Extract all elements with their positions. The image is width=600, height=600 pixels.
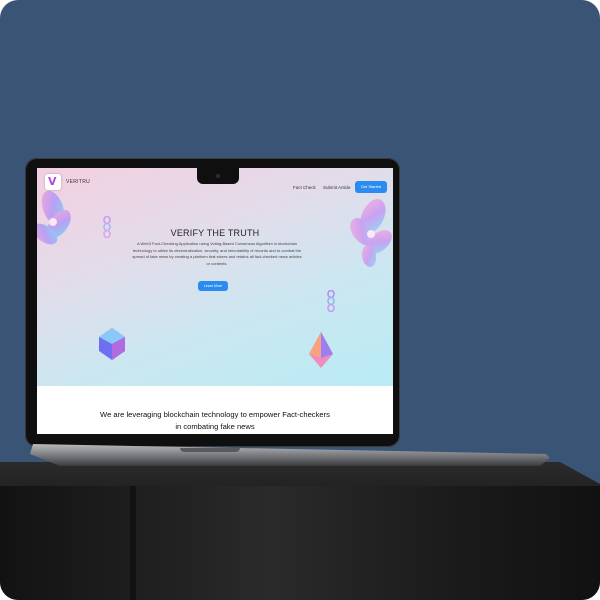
laptop-opening-notch xyxy=(180,448,240,452)
crystal-3d-icon xyxy=(99,328,125,360)
camera-icon xyxy=(216,174,220,178)
mission-headline: We are leveraging blockchain technology … xyxy=(100,410,330,431)
laptop-base xyxy=(30,444,550,466)
camera-notch xyxy=(197,168,239,184)
get-started-button[interactable]: Get Started xyxy=(355,181,387,193)
nav-link-submit-article[interactable]: Submit Article xyxy=(323,185,351,190)
laptop-screen: V VERITRU Fact Check Submit Article Get … xyxy=(37,168,393,434)
chain-3d-icon xyxy=(327,290,335,312)
mockup-canvas: V VERITRU Fact Check Submit Article Get … xyxy=(0,0,600,600)
brand-name[interactable]: VERITRU xyxy=(66,179,90,185)
pedestal-front xyxy=(0,486,600,600)
hero-description: A Web3 Fact-Checking Application using V… xyxy=(132,241,302,266)
hero-section: V VERITRU Fact Check Submit Article Get … xyxy=(37,168,393,386)
logo-letter: V xyxy=(48,175,57,188)
crystal-3d-icon xyxy=(309,332,333,368)
learn-more-button[interactable]: Learn More xyxy=(198,281,228,291)
pedestal-edge xyxy=(130,486,136,600)
flower-3d-icon xyxy=(37,190,71,245)
hero-title: VERIFY THE TRUTH xyxy=(170,228,260,238)
nav-link-fact-check[interactable]: Fact Check xyxy=(293,185,316,190)
veritru-logo-icon[interactable]: V xyxy=(45,174,61,190)
